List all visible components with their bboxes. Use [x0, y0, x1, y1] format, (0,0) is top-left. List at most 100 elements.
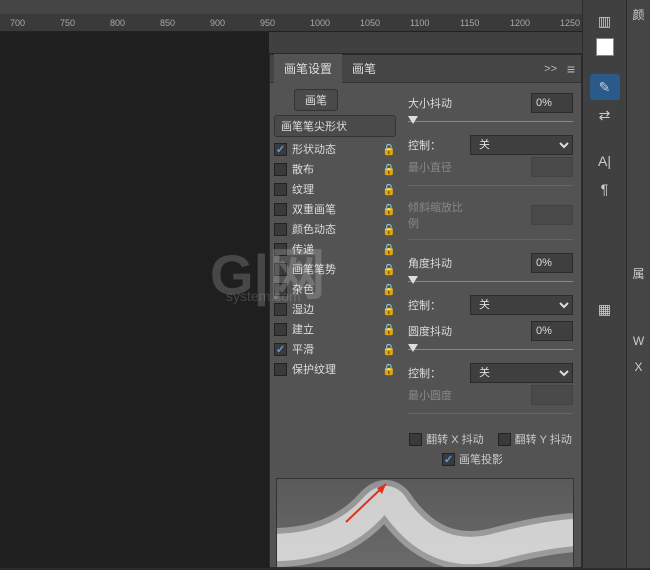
option-checkbox[interactable]: [274, 343, 287, 356]
brush-presets-button[interactable]: 画笔: [294, 89, 338, 111]
lock-icon[interactable]: 🔒: [382, 183, 396, 196]
properties-icon[interactable]: ▦: [590, 296, 620, 322]
min-diameter-slider: [408, 179, 573, 193]
foreground-color-swatch[interactable]: [596, 38, 614, 56]
w-label: W: [627, 328, 650, 354]
brush-option-6[interactable]: 画笔笔势🔒: [270, 259, 400, 279]
roundness-jitter-input[interactable]: [531, 321, 573, 341]
option-checkbox[interactable]: [274, 163, 287, 176]
brush-tool-icon[interactable]: ✎: [590, 74, 620, 100]
brush-option-0[interactable]: 形状动态🔒: [270, 139, 400, 159]
panel-menu-icon[interactable]: ≡: [567, 61, 575, 77]
option-checkbox[interactable]: [274, 223, 287, 236]
option-checkbox[interactable]: [274, 263, 287, 276]
option-checkbox[interactable]: [274, 363, 287, 376]
angle-jitter-input[interactable]: [531, 253, 573, 273]
lock-icon[interactable]: 🔒: [382, 243, 396, 256]
lock-icon[interactable]: 🔒: [382, 163, 396, 176]
x-label: X: [627, 354, 650, 380]
option-checkbox[interactable]: [274, 323, 287, 336]
option-checkbox[interactable]: [274, 303, 287, 316]
tab-brushes[interactable]: 画笔: [342, 54, 386, 83]
brush-option-7[interactable]: 杂色🔒: [270, 279, 400, 299]
brush-option-10[interactable]: 平滑🔒: [270, 339, 400, 359]
ruler-tick: 900: [210, 18, 225, 28]
option-label: 杂色: [292, 281, 382, 297]
adjustments-icon[interactable]: ⇄: [590, 102, 620, 128]
lock-icon[interactable]: 🔒: [382, 323, 396, 336]
tilt-scale-slider: [408, 233, 573, 247]
ruler-tick: 800: [110, 18, 125, 28]
flip-y-checkbox[interactable]: [498, 433, 511, 446]
option-checkbox[interactable]: [274, 243, 287, 256]
ruler-tick: 950: [260, 18, 275, 28]
option-label: 双重画笔: [292, 201, 382, 217]
collapse-icon[interactable]: >>: [544, 63, 557, 75]
lock-icon[interactable]: 🔒: [382, 223, 396, 236]
min-diameter-input: [531, 157, 573, 177]
ruler-tick: 1000: [310, 18, 330, 28]
option-label: 平滑: [292, 341, 382, 357]
lock-icon[interactable]: 🔒: [382, 343, 396, 356]
option-label: 建立: [292, 321, 382, 337]
size-control-select[interactable]: 关: [470, 135, 573, 155]
canvas-area[interactable]: [0, 32, 269, 568]
panel-tab-bar: 画笔设置 画笔 >> ≡: [270, 55, 581, 83]
brush-option-9[interactable]: 建立🔒: [270, 319, 400, 339]
properties-panel-tab[interactable]: 属: [627, 259, 650, 288]
brush-stroke-preview: [276, 478, 574, 568]
brush-option-3[interactable]: 双重画笔🔒: [270, 199, 400, 219]
brush-option-4[interactable]: 颜色动态🔒: [270, 219, 400, 239]
size-jitter-label: 大小抖动: [408, 95, 470, 111]
color-panel-tab[interactable]: 颜: [627, 0, 650, 29]
brush-projection-label: 画笔投影: [459, 451, 503, 467]
flip-y-label: 翻转 Y 抖动: [515, 431, 572, 447]
option-label: 保护纹理: [292, 361, 382, 377]
ruler-tick: 850: [160, 18, 175, 28]
horizontal-ruler: 700 750 800 850 900 950 1000 1050 1100 1…: [0, 14, 650, 32]
brush-projection-checkbox[interactable]: ✓: [442, 453, 455, 466]
ruler-tick: 700: [10, 18, 25, 28]
flip-x-label: 翻转 X 抖动: [426, 431, 483, 447]
size-jitter-slider[interactable]: [408, 115, 573, 129]
ruler-tick: 1150: [460, 18, 479, 28]
min-roundness-slider: [408, 407, 573, 421]
roundness-jitter-slider[interactable]: [408, 343, 573, 357]
flip-x-checkbox[interactable]: [409, 433, 422, 446]
brush-option-11[interactable]: 保护纹理🔒: [270, 359, 400, 379]
brush-option-5[interactable]: 传递🔒: [270, 239, 400, 259]
roundness-control-select[interactable]: 关: [470, 363, 573, 383]
lock-icon[interactable]: 🔒: [382, 283, 396, 296]
min-roundness-input: [531, 385, 573, 405]
brush-option-8[interactable]: 湿边🔒: [270, 299, 400, 319]
option-checkbox[interactable]: [274, 203, 287, 216]
size-jitter-input[interactable]: [531, 93, 573, 113]
angle-jitter-slider[interactable]: [408, 275, 573, 289]
lock-icon[interactable]: 🔒: [382, 303, 396, 316]
control-label-3: 控制：: [408, 365, 470, 381]
option-label: 颜色动态: [292, 221, 382, 237]
angle-jitter-label: 角度抖动: [408, 255, 470, 271]
brush-tip-shape-header[interactable]: 画笔笔尖形状: [274, 115, 396, 137]
lock-icon[interactable]: 🔒: [382, 363, 396, 376]
paragraph-panel-icon[interactable]: ¶: [590, 176, 620, 202]
lock-icon[interactable]: 🔒: [382, 263, 396, 276]
panel-toggle-icon[interactable]: ▥: [590, 8, 620, 34]
option-checkbox[interactable]: [274, 283, 287, 296]
app-topbar: [0, 0, 650, 14]
lock-icon[interactable]: 🔒: [382, 143, 396, 156]
option-checkbox[interactable]: [274, 143, 287, 156]
option-label: 传递: [292, 241, 382, 257]
control-label-2: 控制：: [408, 297, 470, 313]
character-panel-icon[interactable]: A|: [590, 148, 620, 174]
brush-option-1[interactable]: 散布🔒: [270, 159, 400, 179]
ruler-tick: 750: [60, 18, 75, 28]
angle-control-select[interactable]: 关: [470, 295, 573, 315]
panel-dock-header[interactable]: [269, 32, 582, 54]
option-label: 画笔笔势: [292, 261, 382, 277]
tab-brush-settings[interactable]: 画笔设置: [274, 54, 342, 83]
control-label: 控制：: [408, 137, 470, 153]
lock-icon[interactable]: 🔒: [382, 203, 396, 216]
option-checkbox[interactable]: [274, 183, 287, 196]
brush-option-2[interactable]: 纹理🔒: [270, 179, 400, 199]
